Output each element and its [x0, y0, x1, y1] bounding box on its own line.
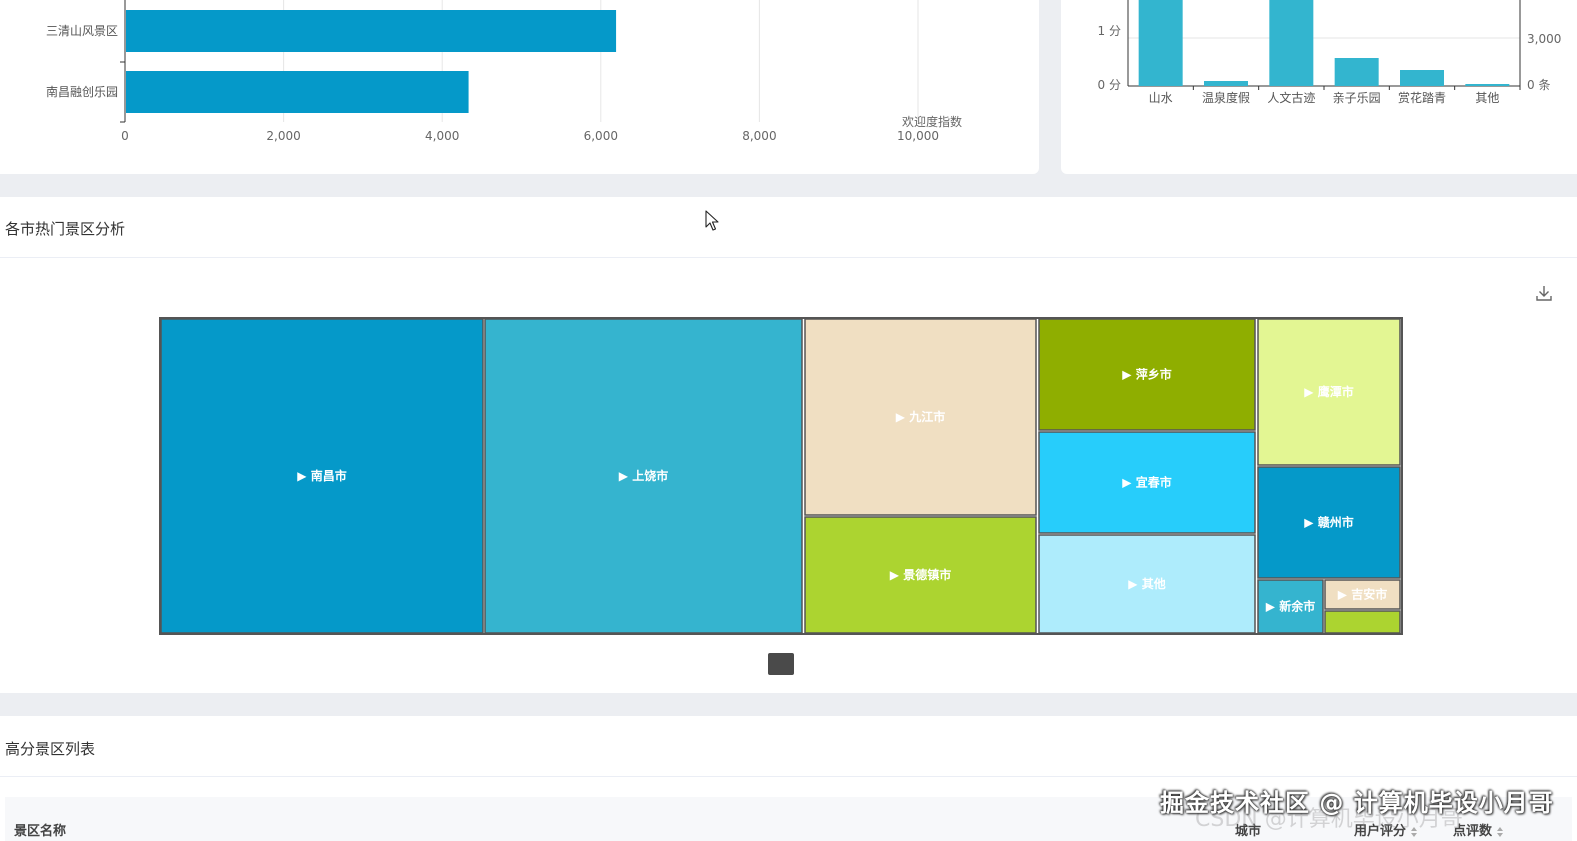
city-analysis-title: 各市热门景区分析 [5, 220, 126, 238]
bar [126, 10, 617, 52]
right-tick-label: 0 条 [1527, 78, 1550, 92]
sort-icon[interactable] [1496, 826, 1504, 838]
popularity-bar-chart: 三清山风景区南昌融创乐园 0 2,000 4,000 6,000 8,000 10,000欢… [46, 0, 962, 143]
right-tick-label: 3,000 [1527, 32, 1561, 46]
city-analysis-card: 各市热门景区分析 [0, 197, 1577, 693]
x-tick-label: 8,000 [742, 129, 776, 143]
x-tick-label: 10,000 [897, 129, 939, 143]
popularity-chart-card: 三清山风景区 南昌融创乐园 0 2,000 4,000 6,000 8,000 10,000 欢… [0, 0, 1039, 174]
x-tick-label: 4,000 [425, 129, 459, 143]
category-chart-card: 0 分 1 分 0 条 3,000 山水 温泉度假 人文古迹 亲子乐园 赏花踏青 其他 [1061, 0, 1577, 174]
left-tick-label: 1 分 [1098, 24, 1121, 38]
category-label: 山水 [1149, 91, 1173, 105]
category-label: 人文古迹 [1267, 90, 1315, 105]
table-title-divider [0, 776, 1577, 777]
category-label: 其他 [1475, 91, 1499, 105]
category-label: 三清山风景区 [46, 24, 118, 38]
bar [1334, 58, 1379, 86]
column-header-name: 景区名称 [14, 824, 67, 839]
mouse-cursor-icon [705, 210, 719, 231]
x-axis-name: 欢迎度指数 [902, 114, 962, 129]
category-bar-chart: 0 分 1 分 0 条 3,000 山水 温泉度假 人文古迹 亲子乐园 赏花踏青 其他 [1098, 0, 1561, 105]
bar [126, 71, 469, 113]
table-title: 高分景区列表 [5, 740, 96, 758]
category-label: 赏花踏青 [1398, 90, 1446, 105]
bar [1400, 70, 1444, 86]
bar [1269, 0, 1314, 86]
x-tick-label: 6,000 [584, 129, 618, 143]
category-label: 南昌融创乐园 [46, 84, 118, 99]
treemap-breadcrumb-button[interactable] [768, 653, 794, 675]
bar [1138, 0, 1183, 86]
title-divider [0, 257, 1577, 258]
category-label: 温泉度假 [1202, 90, 1250, 105]
left-tick-label: 0 分 [1098, 78, 1121, 92]
bar [1204, 81, 1248, 86]
category-label: 亲子乐园 [1333, 91, 1381, 105]
x-tick-label: 2,000 [266, 129, 300, 143]
watermark: 掘金技术社区 @ 计算机毕设小月哥 [1160, 789, 1554, 817]
x-tick-label: 0 [121, 129, 129, 143]
download-icon[interactable] [1534, 283, 1554, 303]
bar [1465, 84, 1510, 86]
